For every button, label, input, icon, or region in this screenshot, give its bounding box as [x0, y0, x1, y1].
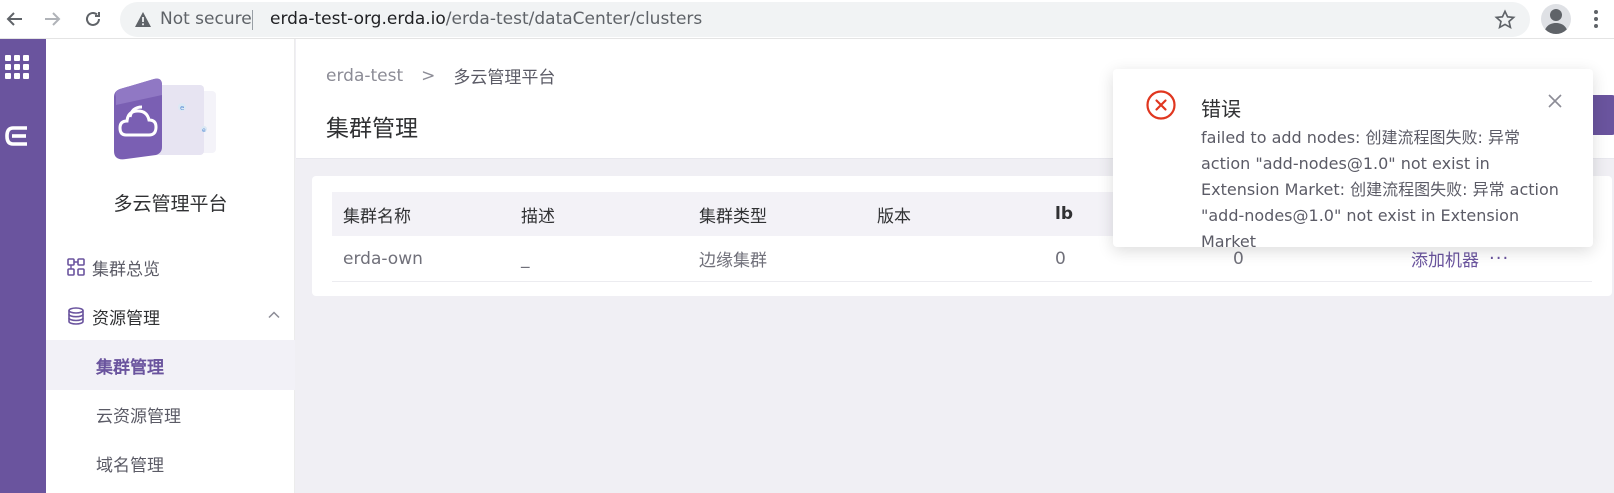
- notification-message: failed to add nodes: 创建流程图失败: 异常 action …: [1201, 128, 1559, 251]
- sidebar-item-label: 域名管理: [96, 455, 164, 476]
- close-icon[interactable]: [1545, 91, 1565, 111]
- breadcrumb-root[interactable]: erda-test: [326, 66, 403, 86]
- notification-title: 错误: [1201, 97, 1241, 121]
- back-icon[interactable]: [0, 4, 30, 34]
- url-text[interactable]: erda-test-org.erda.io/erda-test/dataCent…: [270, 9, 702, 29]
- svg-text:e: e: [202, 127, 206, 134]
- bookmark-star-icon[interactable]: [1494, 9, 1516, 31]
- platform-name: 多云管理平台: [113, 193, 228, 215]
- sidebar-item-label: 云资源管理: [96, 406, 181, 427]
- cell-cluster-name: erda-own: [343, 248, 423, 269]
- warning-icon: [135, 12, 151, 27]
- sidebar: e e 多云管理平台 集群总览 资源管理 集群管理 云资源管理 域名管理: [46, 39, 295, 493]
- database-icon: [66, 306, 86, 326]
- sidebar-item-label: 集群管理: [96, 357, 164, 378]
- sidebar-item-label: 集群总览: [92, 259, 160, 280]
- breadcrumb-current: 多云管理平台: [453, 68, 556, 88]
- sidebar-item-label: 资源管理: [92, 308, 160, 329]
- column-header-description: 描述: [521, 206, 555, 227]
- chevron-up-icon: [268, 311, 280, 319]
- security-label[interactable]: Not secure: [160, 9, 252, 29]
- sidebar-item-cloud-resource-management[interactable]: 云资源管理: [46, 389, 295, 439]
- cell-cluster-type: 边缘集群: [699, 251, 767, 271]
- app-rail: [0, 39, 46, 493]
- multi-cloud-platform-logo: e e: [114, 78, 216, 160]
- cluster-overview-icon: [66, 257, 86, 277]
- url-separator: [252, 10, 253, 30]
- svg-text:e: e: [180, 104, 184, 112]
- column-header-name: 集群名称: [343, 206, 411, 227]
- sidebar-group-resource-management[interactable]: 资源管理: [46, 291, 295, 341]
- sidebar-item-cluster-overview[interactable]: 集群总览: [46, 242, 295, 292]
- sidebar-item-cluster-management[interactable]: 集群管理: [46, 340, 295, 390]
- column-header-version: 版本: [877, 206, 911, 227]
- address-bar[interactable]: Not secure erda-test-org.erda.io/erda-te…: [120, 2, 1530, 37]
- error-notification: 错误 failed to add nodes: 创建流程图失败: 异常 acti…: [1113, 69, 1593, 251]
- error-circle-icon: [1146, 90, 1176, 120]
- column-header-type: 集群类型: [699, 206, 767, 227]
- page-title: 集群管理: [326, 116, 418, 142]
- profile-avatar-icon[interactable]: [1541, 4, 1571, 34]
- url-path: /erda-test/dataCenter/clusters: [445, 9, 703, 29]
- breadcrumb: erda-test > 多云管理平台: [326, 63, 556, 89]
- sidebar-item-domain-management[interactable]: 域名管理: [46, 438, 295, 488]
- url-host: erda-test-org.erda.io: [270, 9, 446, 29]
- reload-icon[interactable]: [78, 4, 108, 34]
- forward-icon[interactable]: [37, 4, 67, 34]
- cell-description: _: [521, 248, 530, 269]
- erda-logo-icon[interactable]: [4, 123, 30, 149]
- breadcrumb-separator: >: [421, 65, 436, 86]
- browser-toolbar: Not secure erda-test-org.erda.io/erda-te…: [0, 0, 1614, 39]
- browser-menu-icon[interactable]: [1588, 6, 1604, 32]
- apps-grid-icon[interactable]: [5, 55, 29, 79]
- cell-version: [866, 236, 1044, 281]
